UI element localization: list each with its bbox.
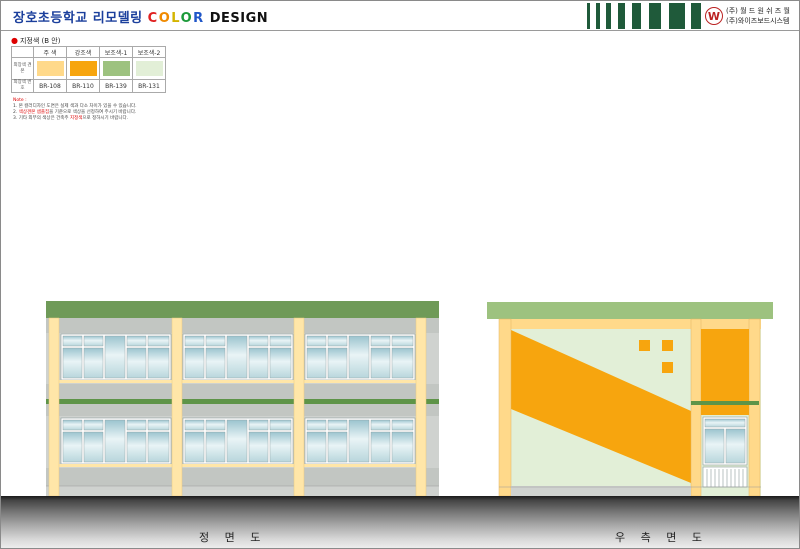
column [690,318,702,497]
accent-square [662,362,673,373]
column [293,317,305,497]
column [171,317,183,497]
side-elevation [487,302,773,497]
front-elevation-caption: 정 면 도 [199,531,267,544]
accent-square [662,340,673,351]
window [182,417,294,465]
side-floor-band [691,401,759,405]
side-roof [487,302,773,319]
front-floor-band [46,399,439,404]
column [748,318,761,497]
elevation-drawings [46,301,773,497]
window [182,333,294,381]
window [304,417,416,465]
accent-square [639,340,650,351]
column [48,317,60,497]
front-elevation [46,301,439,497]
stair-tower-accent [701,329,749,401]
window [304,333,416,381]
front-roof [46,301,439,318]
column [415,317,427,497]
window [60,333,172,381]
window [60,417,172,465]
drawing-sheet: 장호초등학교 리모델링 COLOR DESIGN W (주) 월 드 원 쉬 즈… [0,0,800,549]
side-entrance [702,466,748,488]
column [498,318,512,497]
side-elevation-caption: 우 측 면 도 [615,531,708,544]
